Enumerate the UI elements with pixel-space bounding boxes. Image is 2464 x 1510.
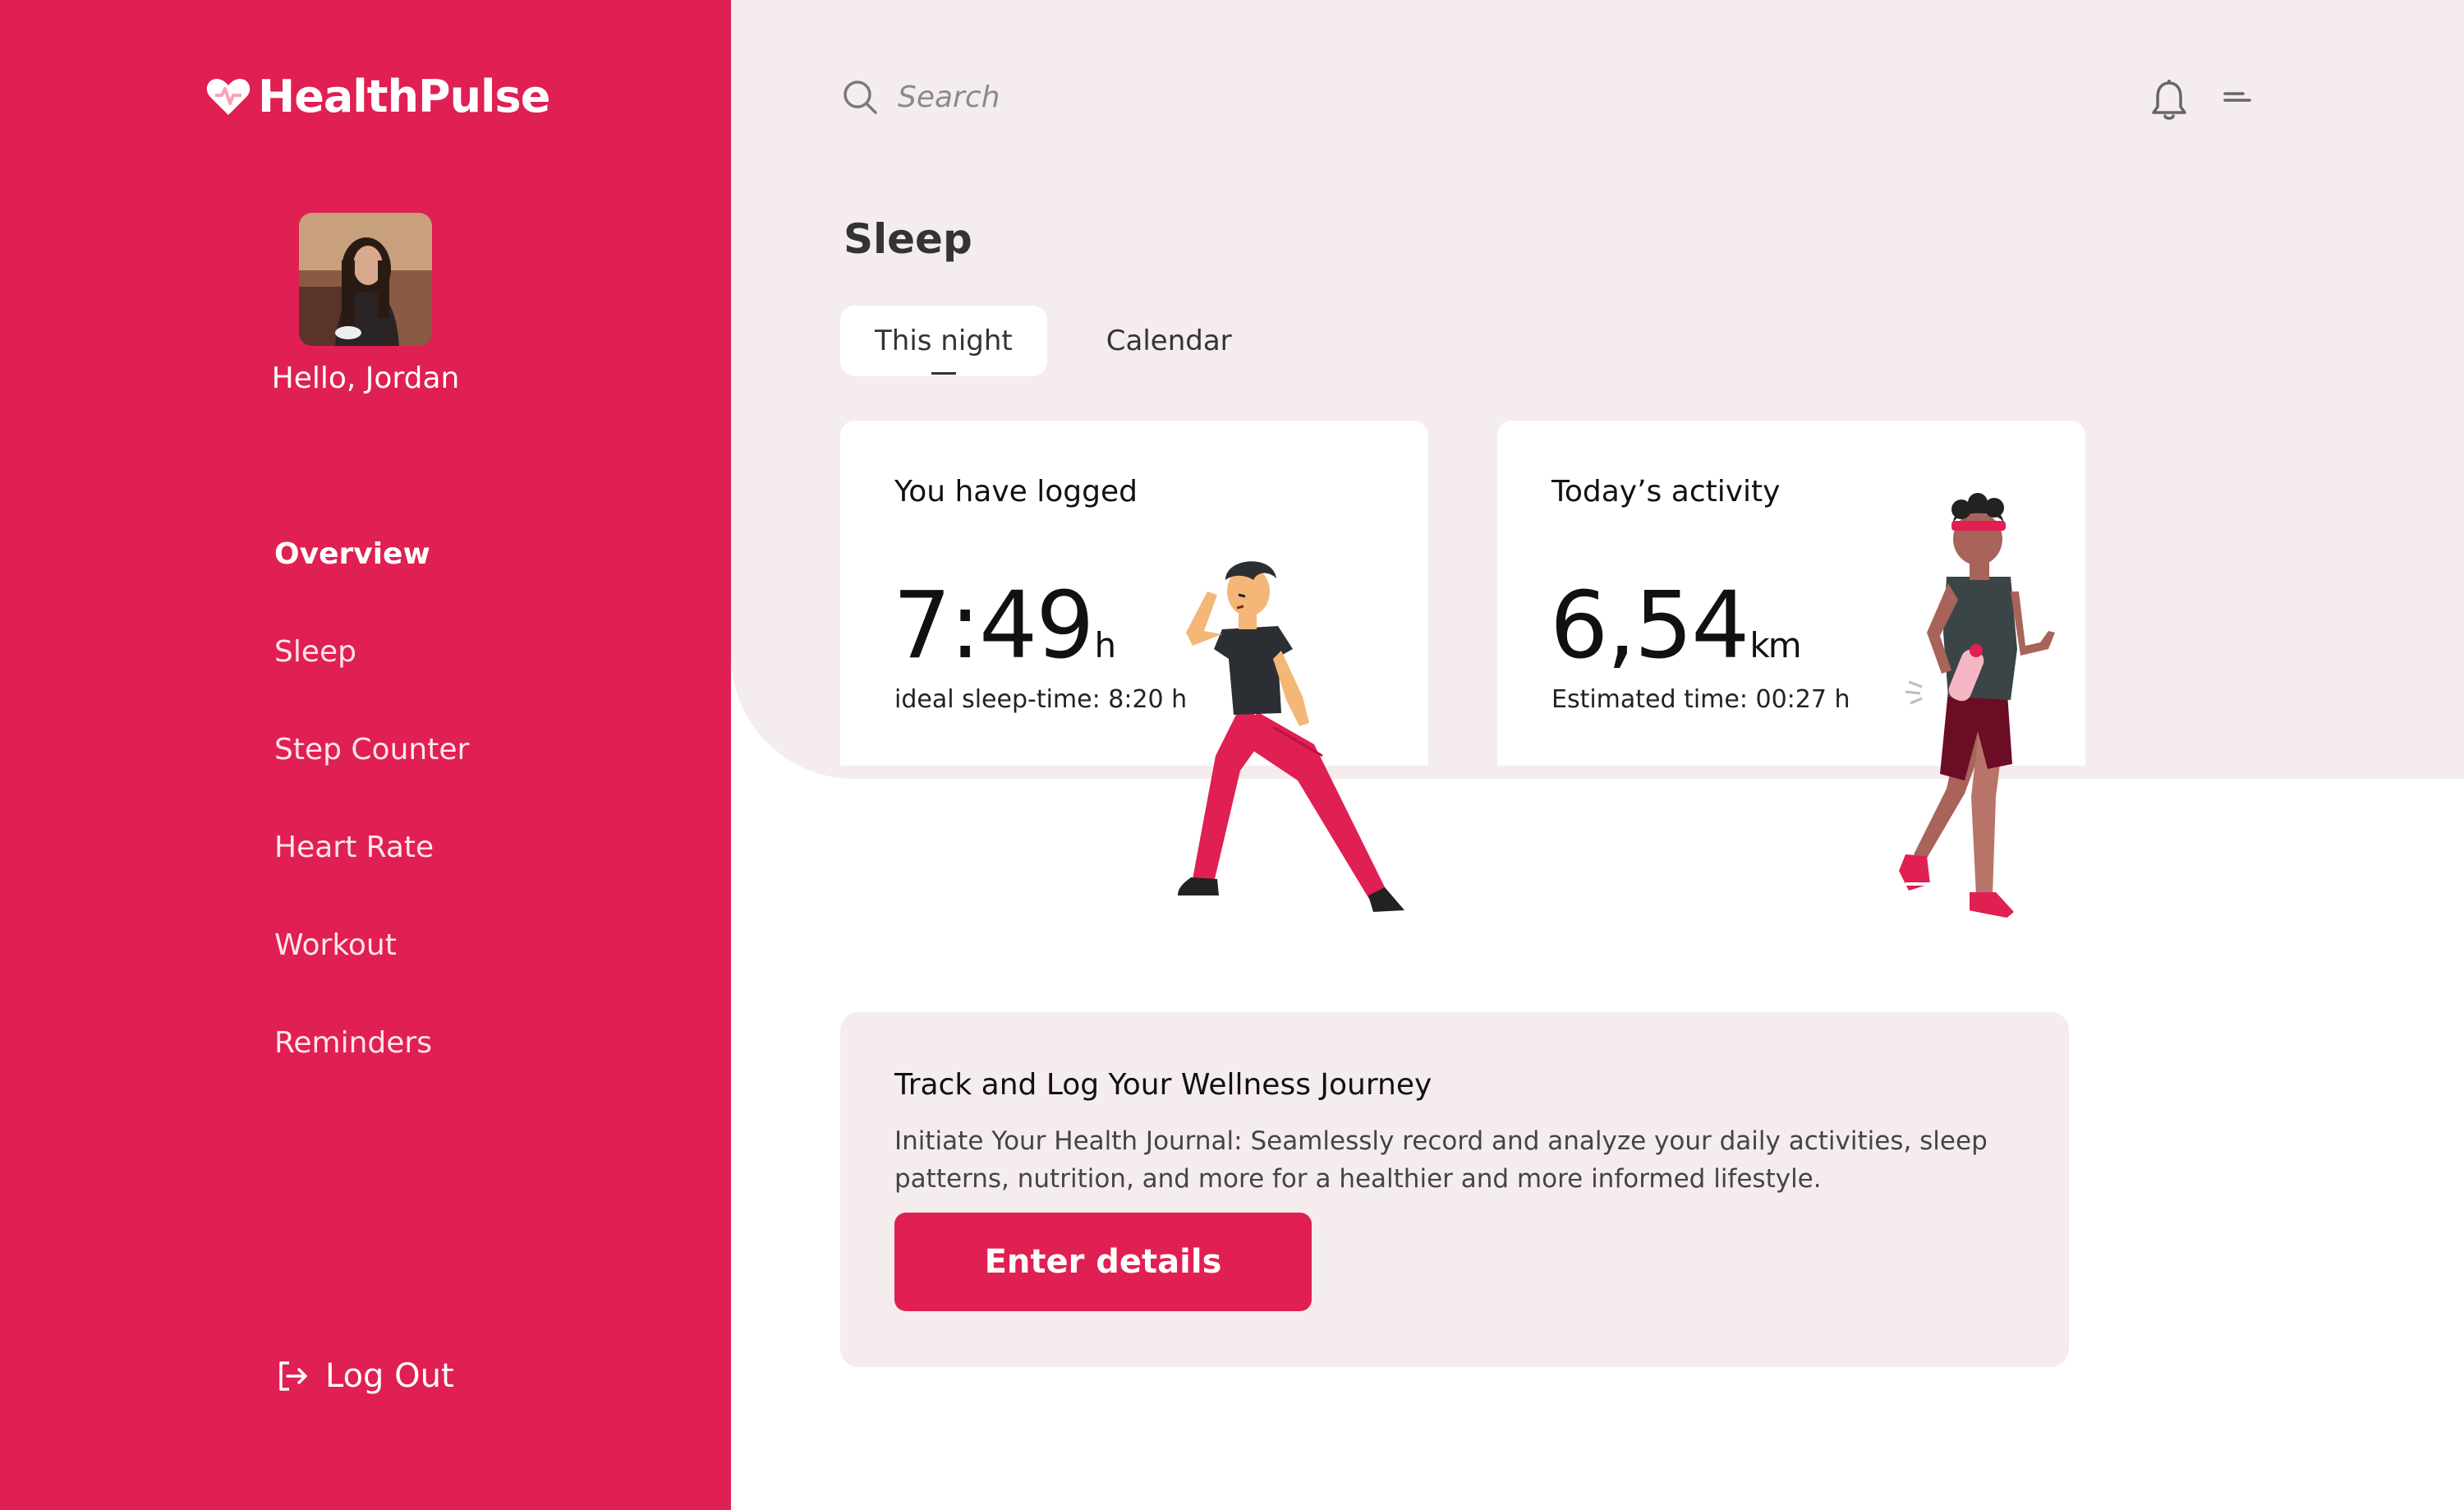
banner-description: Initiate Your Health Journal: Seamlessly…: [894, 1126, 1988, 1194]
sidebar-item-workout[interactable]: Workout: [274, 928, 469, 1026]
banner-title: Track and Log Your Wellness Journey: [894, 1068, 1432, 1102]
menu-button[interactable]: [2223, 87, 2253, 115]
logout-button[interactable]: Log Out: [274, 1357, 454, 1395]
app-name: HealthPulse: [258, 71, 550, 122]
sleep-value-unit: h: [1094, 625, 1117, 665]
activity-value-unit: km: [1749, 625, 1801, 665]
page-title: Sleep: [844, 215, 972, 263]
enter-details-button[interactable]: Enter details: [894, 1213, 1312, 1311]
tab-bar: This night Calendar: [840, 306, 1266, 376]
sidebar-item-sleep[interactable]: Sleep: [274, 635, 469, 733]
wellness-banner: Track and Log Your Wellness Journey Init…: [840, 1012, 2069, 1367]
sidebar-item-overview[interactable]: Overview: [274, 537, 469, 635]
sidebar-nav: Overview Sleep Step Counter Heart Rate W…: [274, 537, 469, 1124]
activity-value-number: 6,54: [1550, 573, 1749, 679]
sidebar-item-heart-rate[interactable]: Heart Rate: [274, 831, 469, 928]
heart-pulse-icon: [206, 78, 251, 115]
logout-label: Log Out: [325, 1357, 454, 1395]
search-input[interactable]: [896, 79, 1392, 115]
app-logo[interactable]: HealthPulse: [205, 71, 550, 122]
tab-this-night[interactable]: This night: [840, 306, 1047, 376]
activity-estimated-time: Estimated time: 00:27 h: [1551, 685, 1850, 714]
sidebar-item-reminders[interactable]: Reminders: [274, 1026, 469, 1124]
notifications-button[interactable]: [2150, 79, 2188, 125]
user-greeting: Hello, Jordan: [271, 361, 460, 395]
stretching-person-illustration: [1178, 561, 1404, 912]
search-bar[interactable]: [842, 79, 1392, 115]
sidebar-item-step-counter[interactable]: Step Counter: [274, 733, 469, 831]
avatar-image: [299, 213, 432, 346]
sleep-card-title: You have logged: [894, 475, 1138, 509]
sidebar: HealthPulse Hello, Jordan Overview Sleep…: [0, 0, 731, 1510]
menu-icon: [2223, 92, 2251, 102]
avatar[interactable]: [299, 213, 432, 346]
sleep-value-number: 7:49: [893, 573, 1095, 679]
sleep-value: 7:49h: [893, 573, 1117, 679]
tab-calendar[interactable]: Calendar: [1072, 306, 1266, 376]
walking-person-illustration: [1899, 493, 2055, 922]
activity-value: 6,54km: [1550, 573, 1802, 679]
logout-icon: [279, 1361, 307, 1391]
bell-icon: [2152, 80, 2186, 120]
search-icon: [844, 81, 877, 114]
activity-card-title: Today’s activity: [1551, 475, 1781, 509]
